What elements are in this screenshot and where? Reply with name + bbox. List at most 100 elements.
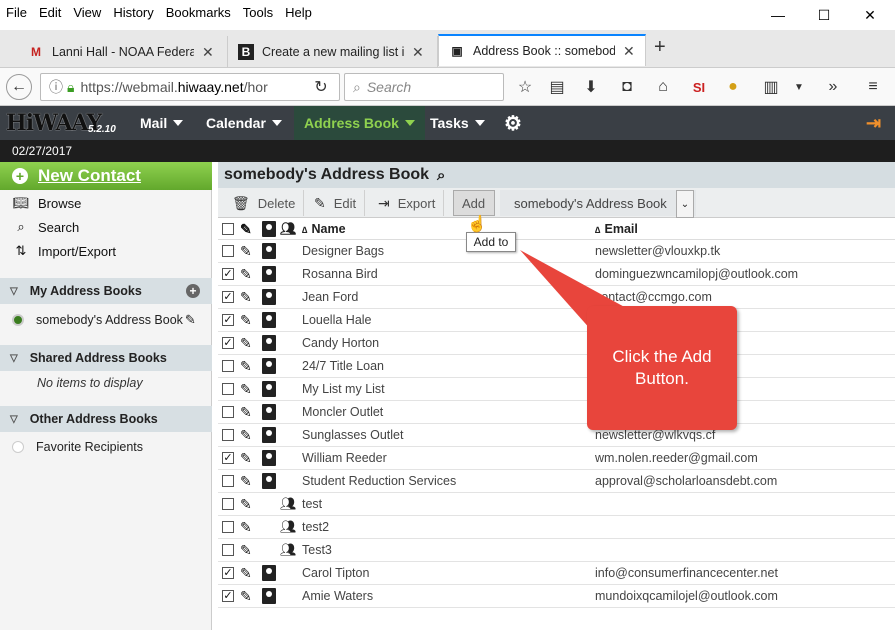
row-checkbox[interactable]	[222, 360, 234, 372]
pencil-icon[interactable]: ✎	[240, 289, 252, 306]
close-icon[interactable]: ✕	[202, 44, 214, 61]
maximize-button[interactable]: ☐	[801, 0, 847, 30]
row-checkbox[interactable]	[222, 406, 234, 418]
section-my-address-books[interactable]: ▽ My Address Books +	[0, 278, 212, 304]
row-checkbox[interactable]: ✓	[222, 590, 234, 602]
row-checkbox[interactable]	[222, 521, 234, 533]
add-button[interactable]: Add	[453, 190, 495, 216]
logout-icon[interactable]: ⇥	[856, 106, 891, 140]
edit-button[interactable]: ✎ Edit	[306, 190, 366, 216]
sidebar-link-import-export[interactable]: ⇅ Import/Export	[12, 240, 116, 262]
pencil-icon[interactable]: ✎	[240, 542, 252, 559]
nav-calendar[interactable]: Calendar	[196, 106, 292, 140]
menu-help[interactable]: Help	[279, 5, 318, 20]
pencil-icon[interactable]: ✎	[240, 243, 252, 260]
pencil-icon[interactable]: ✎	[240, 450, 252, 467]
section-other-address-books[interactable]: ▽ Other Address Books	[0, 406, 212, 432]
table-row[interactable]: ✓ ✎ William Reeder wm.nolen.reeder@gmail.co…	[218, 447, 895, 470]
nav-address-book[interactable]: Address Book	[294, 106, 425, 140]
address-book-select[interactable]: somebody's Address Book	[500, 190, 696, 216]
table-row[interactable]: ✎ My List my List	[218, 378, 895, 401]
table-row[interactable]: ✓ ✎ Carol Tipton info@consumerfinancecenter…	[218, 562, 895, 585]
close-window-button[interactable]: ✕	[847, 0, 893, 30]
nav-mail[interactable]: Mail	[130, 106, 193, 140]
pencil-icon[interactable]: ✎	[240, 473, 252, 490]
tab-address-book[interactable]: ▣ Address Book :: somebod... ✕	[438, 34, 646, 66]
collapse-triangle-icon[interactable]: ▽	[10, 286, 18, 297]
menu-history[interactable]: History	[107, 5, 159, 20]
collapse-triangle-icon[interactable]: ▽	[10, 414, 18, 425]
row-checkbox[interactable]: ✓	[222, 314, 234, 326]
pencil-icon[interactable]: ✎	[240, 358, 252, 375]
row-checkbox[interactable]	[222, 383, 234, 395]
pencil-icon[interactable]: ✎	[240, 565, 252, 582]
sidebar-link-search[interactable]: ⌕ Search	[12, 216, 79, 238]
table-row[interactable]: ✓ ✎ Amie Waters mundoixqcamilojel@outlook.c…	[218, 585, 895, 608]
chevron-down-icon[interactable]: ▼	[786, 74, 812, 100]
collapse-triangle-icon[interactable]: ▽	[10, 353, 18, 364]
row-checkbox[interactable]: ✓	[222, 337, 234, 349]
url-bar[interactable]: ⓘ 🔒︎ https://webmail.hiwaay.net/hor	[40, 73, 340, 101]
settings-gear-icon[interactable]: ⚙	[494, 106, 532, 140]
chevron-down-icon[interactable]: ⌄	[676, 190, 694, 218]
download-icon[interactable]: ⬇	[578, 74, 604, 100]
name-column-header[interactable]: ∆ Name	[302, 222, 346, 236]
tab-gmail[interactable]: M Lanni Hall - NOAA Federal... ✕	[18, 36, 228, 68]
hamburger-menu-icon[interactable]: ≡	[860, 74, 886, 100]
new-tab-button[interactable]: +	[654, 36, 666, 59]
search-icon[interactable]: ⌕	[437, 167, 445, 184]
table-row[interactable]: ✎ 👥︎ test2	[218, 516, 895, 539]
extension-color-icon[interactable]: ●	[720, 74, 746, 100]
address-book-item[interactable]: somebody's Address Book ✎	[0, 308, 212, 332]
reader-list-icon[interactable]: ▤	[544, 74, 570, 100]
table-row[interactable]: ✎ 👥︎ Test3	[218, 539, 895, 562]
row-checkbox[interactable]	[222, 498, 234, 510]
reload-icon[interactable]: ↻	[308, 74, 334, 100]
pencil-icon[interactable]: ✎	[240, 519, 252, 536]
clipboard-icon[interactable]: ▥	[758, 74, 784, 100]
pencil-icon[interactable]: ✎	[240, 266, 252, 283]
pencil-icon[interactable]: ✎	[240, 312, 252, 329]
search-input[interactable]: ⌕ Search	[344, 73, 504, 101]
row-checkbox[interactable]	[222, 245, 234, 257]
pocket-icon[interactable]: ◘	[614, 74, 640, 100]
menu-tools[interactable]: Tools	[237, 5, 279, 20]
pencil-icon[interactable]: ✎	[185, 312, 196, 328]
delete-button[interactable]: 🗑︎ Delete	[224, 190, 305, 216]
overflow-icon[interactable]: »	[820, 74, 846, 100]
table-row[interactable]: ✎ Moncler Outlet	[218, 401, 895, 424]
pencil-icon[interactable]: ✎	[240, 588, 252, 605]
section-shared-address-books[interactable]: ▽ Shared Address Books	[0, 345, 212, 371]
sidebar-link-browse[interactable]: 📖︎ Browse	[12, 192, 82, 214]
row-checkbox[interactable]	[222, 429, 234, 441]
pencil-icon[interactable]: ✎	[240, 496, 252, 513]
table-row[interactable]: ✎ Student Reduction Services approval@scho…	[218, 470, 895, 493]
row-checkbox[interactable]	[222, 544, 234, 556]
row-checkbox[interactable]: ✓	[222, 268, 234, 280]
favorite-recipients-item[interactable]: Favorite Recipients	[0, 435, 212, 459]
menu-file[interactable]: File	[0, 5, 33, 20]
bookmark-star-icon[interactable]: ☆	[512, 74, 538, 100]
pencil-icon[interactable]: ✎	[240, 335, 252, 352]
select-all-checkbox[interactable]	[222, 223, 234, 235]
menu-edit[interactable]: Edit	[33, 5, 67, 20]
row-checkbox[interactable]: ✓	[222, 452, 234, 464]
row-checkbox[interactable]	[222, 475, 234, 487]
new-contact-button[interactable]: + New Contact	[0, 162, 212, 190]
close-icon[interactable]: ✕	[623, 43, 635, 60]
tab-mailing-list[interactable]: B Create a new mailing list i... ✕	[228, 36, 438, 68]
add-address-book-icon[interactable]: +	[186, 284, 200, 298]
home-icon[interactable]: ⌂	[650, 74, 676, 100]
pencil-icon[interactable]: ✎	[240, 404, 252, 421]
row-checkbox[interactable]: ✓	[222, 567, 234, 579]
menu-view[interactable]: View	[67, 5, 107, 20]
pencil-icon[interactable]: ✎	[240, 381, 252, 398]
table-row[interactable]: ✎ 👥︎ test	[218, 493, 895, 516]
minimize-button[interactable]: —	[755, 0, 801, 30]
extension-si-icon[interactable]: SI	[686, 74, 712, 100]
info-icon[interactable]: ⓘ	[49, 77, 63, 97]
back-icon[interactable]: ←	[6, 74, 32, 100]
email-column-header[interactable]: ∆ Email	[595, 222, 638, 236]
menu-bookmarks[interactable]: Bookmarks	[160, 5, 237, 20]
nav-tasks[interactable]: Tasks	[420, 106, 495, 140]
